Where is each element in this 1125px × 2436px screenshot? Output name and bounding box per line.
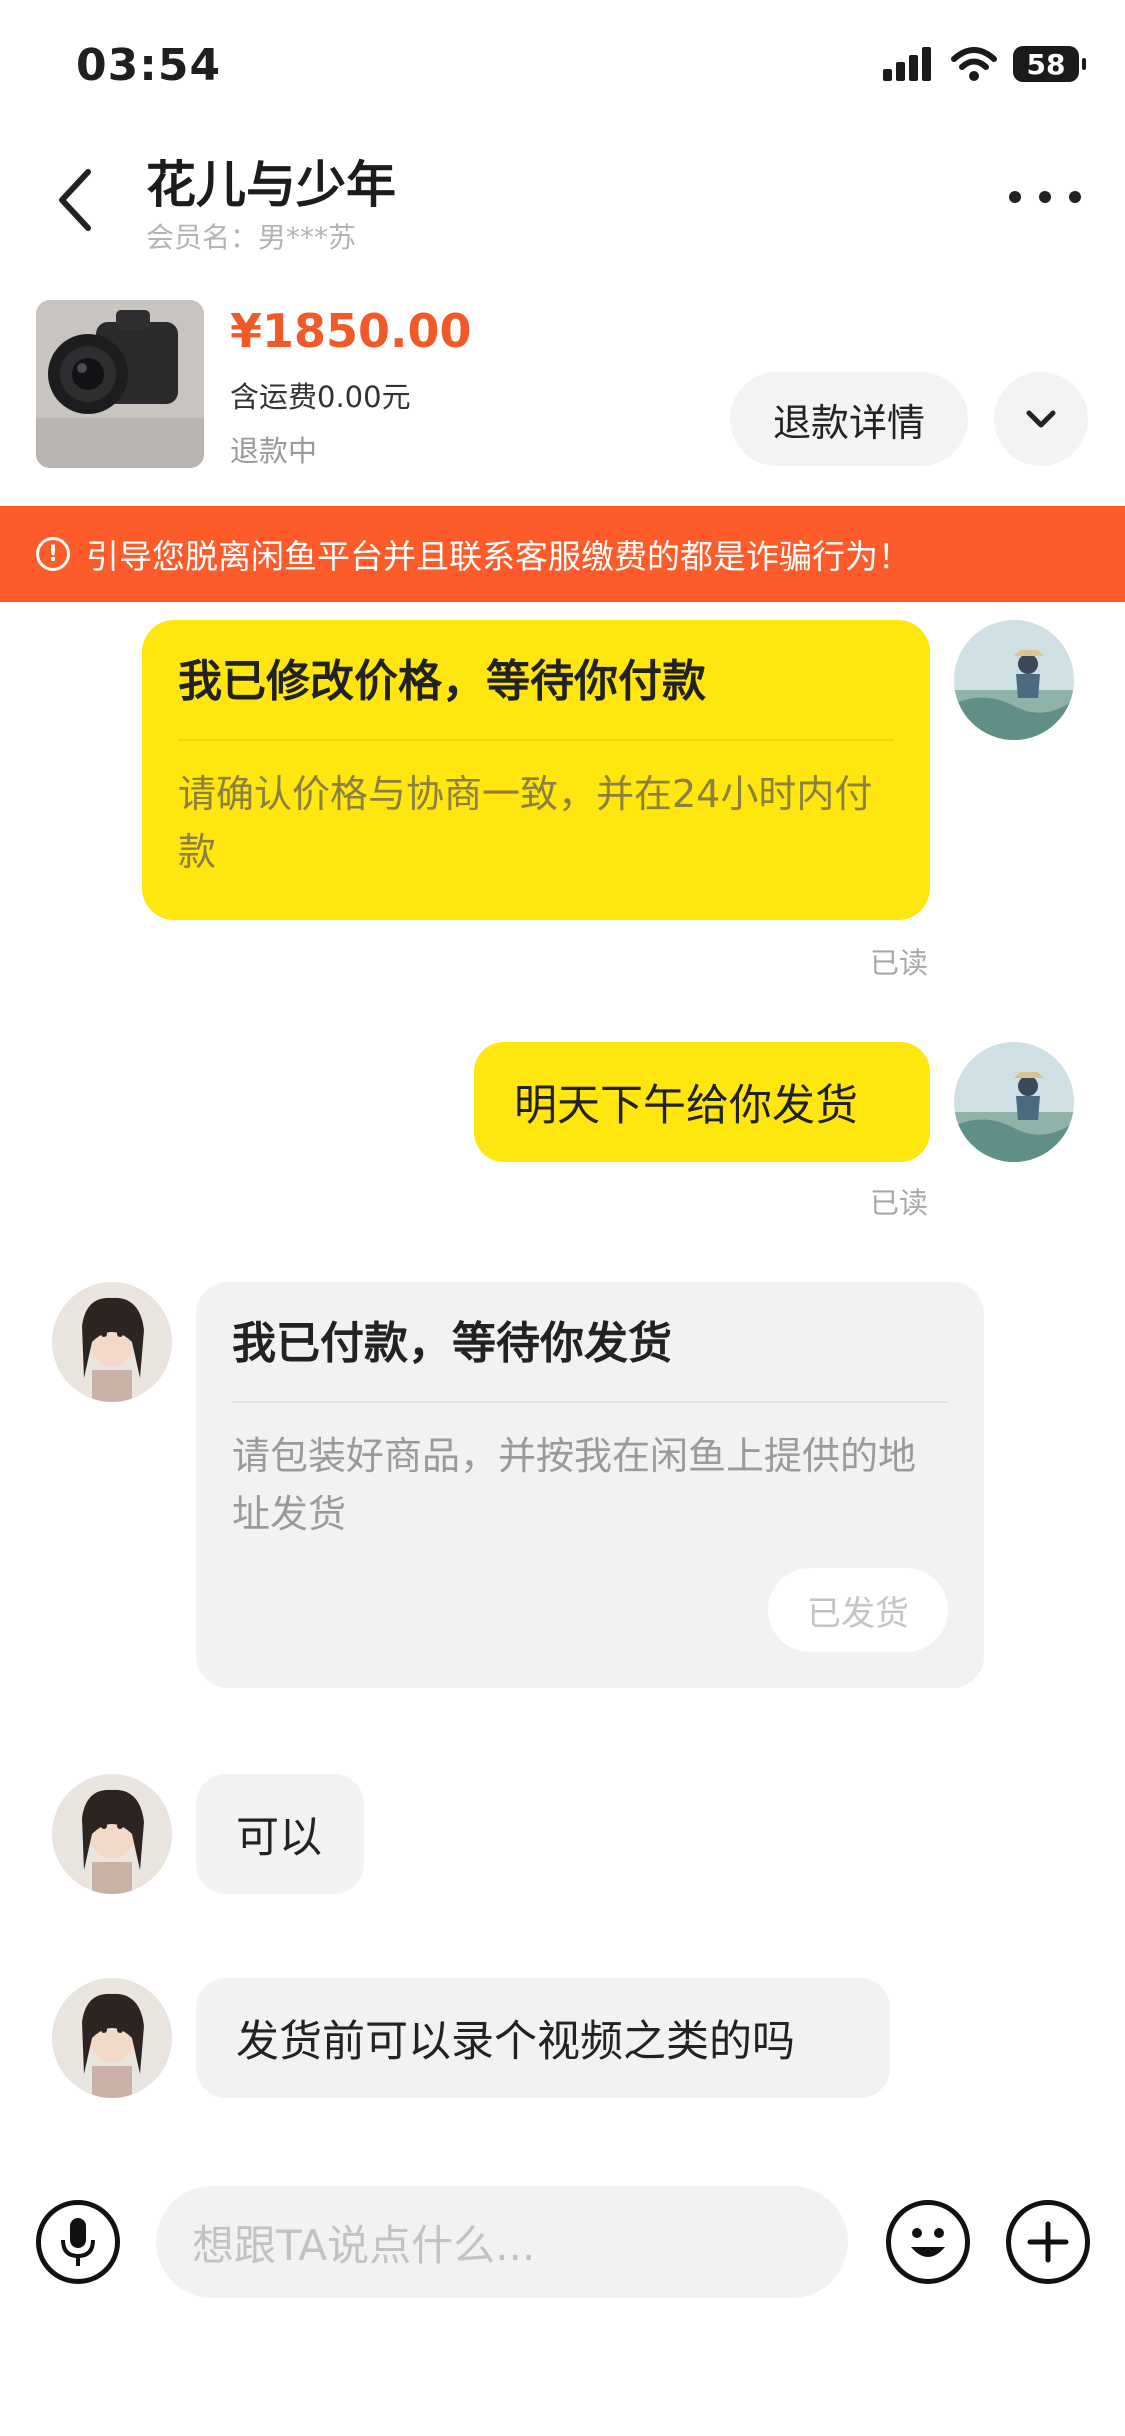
- message-bubble: 可以: [196, 1774, 364, 1894]
- self-avatar[interactable]: [954, 620, 1074, 740]
- card-title: 我已付款，等待你发货: [232, 1318, 672, 1369]
- back-button[interactable]: [44, 160, 104, 240]
- back-icon: [59, 169, 91, 231]
- warning-icon: !: [36, 537, 70, 571]
- card-body: 请确认价格与协商一致，并在24小时内付款: [178, 771, 873, 874]
- payment-card: 我已付款，等待你发货 请包装好商品，并按我在闲鱼上提供的地址发货 已发货: [196, 1282, 984, 1688]
- more-icon: [1009, 191, 1021, 203]
- self-avatar[interactable]: [954, 1042, 1074, 1162]
- mic-icon: [61, 2218, 95, 2266]
- refund-details-button[interactable]: 退款详情: [730, 372, 968, 466]
- divider: [232, 1400, 948, 1403]
- plus-button[interactable]: [1006, 2200, 1090, 2284]
- card-title: 我已修改价格，等待你付款: [178, 656, 706, 707]
- chevron-down-icon: [1026, 410, 1056, 428]
- voice-button[interactable]: [36, 2200, 120, 2284]
- shipped-button[interactable]: 已发货: [768, 1568, 948, 1652]
- other-avatar[interactable]: [52, 1774, 172, 1894]
- chat-title: 花儿与少年: [146, 156, 396, 214]
- status-time: 03:54: [76, 40, 222, 91]
- wifi-icon: [951, 47, 997, 81]
- emoji-button[interactable]: [886, 2200, 970, 2284]
- emoji-icon: [911, 2228, 945, 2257]
- member-name: 会员名：男***苏: [146, 221, 357, 254]
- more-button[interactable]: [1009, 182, 1081, 212]
- order-status: 退款中: [230, 434, 318, 468]
- price-modified-card: 我已修改价格，等待你付款 请确认价格与协商一致，并在24小时内付款: [142, 620, 930, 920]
- message-bubble: 发货前可以录个视频之类的吗: [196, 1978, 890, 2098]
- signal-icon: [883, 47, 931, 81]
- card-body: 请包装好商品，并按我在闲鱼上提供的地址发货: [232, 1433, 917, 1536]
- divider: [178, 738, 894, 741]
- shipping-fee: 含运费0.00元: [230, 380, 411, 414]
- status-icons: 58: [883, 46, 1086, 82]
- message-bubble: 明天下午给你发货: [474, 1042, 930, 1162]
- fraud-warning-banner: ! 引导您脱离闲鱼平台并且联系客服缴费的都是诈骗行为！: [0, 506, 1125, 602]
- warning-text: 引导您脱离闲鱼平台并且联系客服缴费的都是诈骗行为！: [86, 537, 911, 576]
- other-avatar[interactable]: [52, 1978, 172, 2098]
- product-image[interactable]: [36, 300, 204, 468]
- battery-indicator: 58: [1013, 46, 1086, 82]
- message-input[interactable]: 想跟TA说点什么...: [156, 2186, 848, 2298]
- other-avatar[interactable]: [52, 1282, 172, 1402]
- read-receipt: 已读: [870, 946, 929, 980]
- plus-icon: [1027, 2221, 1069, 2263]
- read-receipt: 已读: [870, 1186, 929, 1220]
- product-price: ¥1850.00: [230, 304, 472, 358]
- expand-button[interactable]: [994, 372, 1088, 466]
